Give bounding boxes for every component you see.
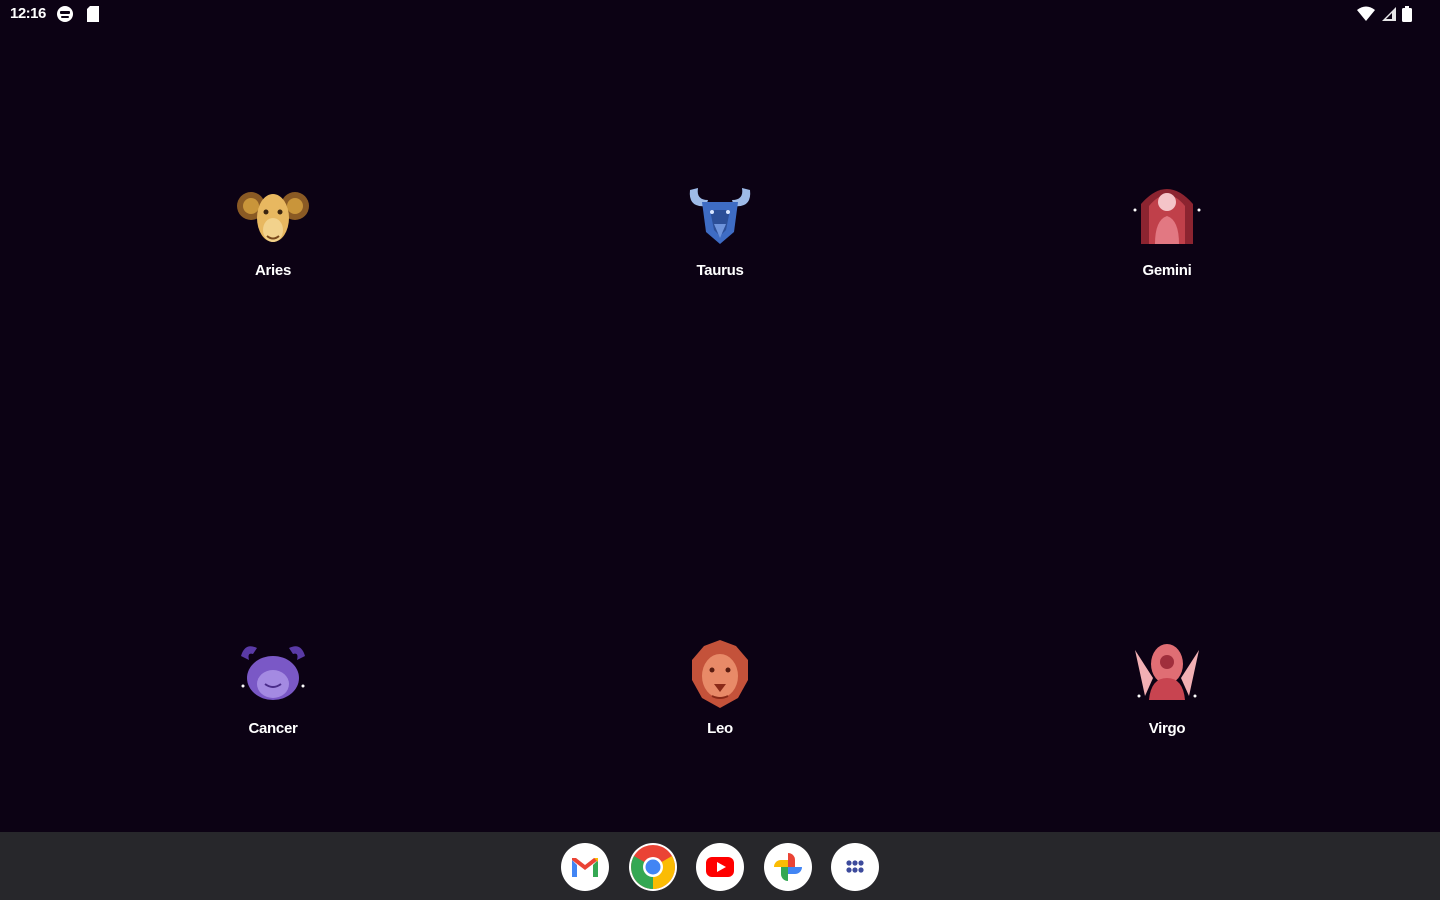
aries-ram-icon (237, 192, 309, 242)
chrome-icon (631, 845, 675, 889)
app-cancer[interactable]: Cancer (173, 638, 373, 748)
dock-item-chrome[interactable] (629, 843, 677, 891)
app-label-cancer: Cancer (248, 720, 298, 737)
cancer-crab-icon (241, 646, 305, 700)
cell-signal-icon (1381, 7, 1396, 21)
app-virgo[interactable]: Virgo (1067, 638, 1267, 748)
dock-item-gmail[interactable] (561, 843, 609, 891)
virgo-maiden-icon (1135, 644, 1199, 700)
taurus-bull-icon (689, 188, 751, 244)
app-aries[interactable]: Aries (173, 180, 373, 290)
youtube-icon (706, 857, 734, 877)
dock-item-youtube[interactable] (696, 843, 744, 891)
app-taurus[interactable]: Taurus (620, 180, 820, 290)
app-drawer-icon (846, 860, 864, 873)
face-notification-icon (57, 6, 73, 22)
battery-icon (1402, 6, 1412, 22)
sd-card-icon (87, 6, 100, 22)
dock-item-photos[interactable] (764, 843, 812, 891)
app-leo[interactable]: Leo (620, 638, 820, 748)
app-label-gemini: Gemini (1142, 262, 1192, 279)
gemini-twins-icon (1133, 189, 1201, 244)
wifi-icon (1357, 6, 1376, 21)
app-label-virgo: Virgo (1148, 720, 1186, 737)
google-photos-icon (774, 853, 802, 881)
app-label-taurus: Taurus (696, 262, 744, 279)
app-gemini[interactable]: Gemini (1067, 180, 1267, 290)
app-label-leo: Leo (707, 720, 733, 737)
status-bar: 12:16 (0, 0, 1440, 28)
home-screen: 12:16 Aries Taurus Gemini Cancer Leo Vir… (0, 0, 1440, 900)
dock-item-app-drawer[interactable] (831, 843, 879, 891)
gmail-icon (572, 858, 598, 877)
status-left-icons (56, 5, 108, 23)
app-label-aries: Aries (254, 262, 292, 279)
status-time: 12:16 (10, 5, 46, 22)
leo-lion-icon (692, 640, 748, 708)
dock (0, 832, 1440, 900)
status-right-icons (1355, 6, 1412, 22)
